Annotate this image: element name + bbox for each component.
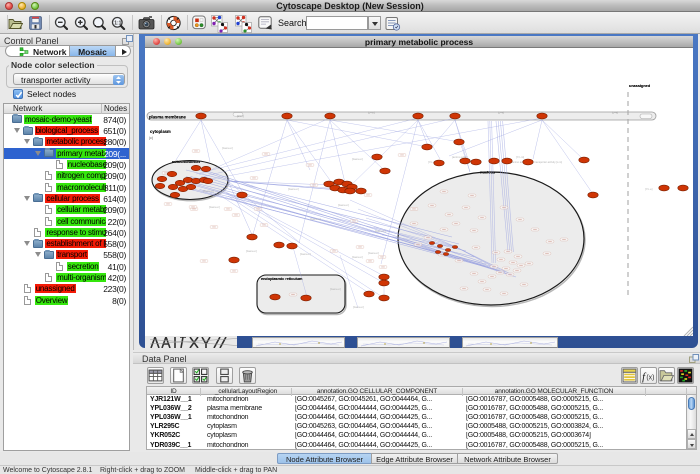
svg-text:[Gene-n]: [Gene-n] [375, 229, 386, 233]
svg-text:plasma membrane: plasma membrane [149, 115, 186, 120]
svg-text:nucleus: nucleus [480, 170, 496, 175]
svg-text:[Gene-n]: [Gene-n] [352, 255, 363, 259]
svg-text:[Gene-n]: [Gene-n] [352, 157, 363, 161]
svg-text:[Gene-n]: [Gene-n] [330, 287, 341, 291]
svg-text:[Gene-n]: [Gene-n] [209, 205, 220, 209]
svg-text:(c): (c) [149, 136, 153, 140]
svg-text:endoplasmic reticulum: endoplasmic reticulum [261, 277, 303, 281]
svg-text:[Yn-e]: [Yn-e] [645, 187, 653, 191]
svg-text:[c=m]: [c=m] [368, 111, 375, 115]
svg-text:[Gene-n]: [Gene-n] [288, 187, 299, 191]
svg-text:[c=m]: [c=m] [237, 114, 244, 118]
svg-text:amino acid binding transporter: amino acid binding transporter activity … [512, 160, 562, 164]
svg-text:[Gene-n]: [Gene-n] [338, 203, 349, 207]
svg-text:[Yc-m]: [Yc-m] [516, 155, 524, 159]
svg-text:[c=e]: [c=e] [612, 111, 618, 115]
svg-text:unassigned: unassigned [629, 84, 651, 88]
svg-text:[Gene-n]: [Gene-n] [353, 305, 364, 309]
svg-text:1:1: 1:1 [114, 20, 121, 26]
svg-text:(x): (x) [646, 374, 654, 381]
svg-text:cytoplasm: cytoplasm [150, 129, 171, 134]
svg-text:[Gene-n]: [Gene-n] [300, 252, 311, 256]
svg-text:[Gene-n]: [Gene-n] [203, 189, 214, 193]
svg-text:[Gene-n]: [Gene-n] [310, 217, 321, 221]
svg-text:[Gene-n]: [Gene-n] [222, 146, 233, 150]
svg-text:mitochondrion: mitochondrion [172, 159, 201, 164]
svg-text:[Gene-n]: [Gene-n] [246, 249, 257, 253]
svg-text:[Gene-n]: [Gene-n] [368, 251, 379, 255]
svg-text:[c=e]: [c=e] [498, 111, 504, 115]
